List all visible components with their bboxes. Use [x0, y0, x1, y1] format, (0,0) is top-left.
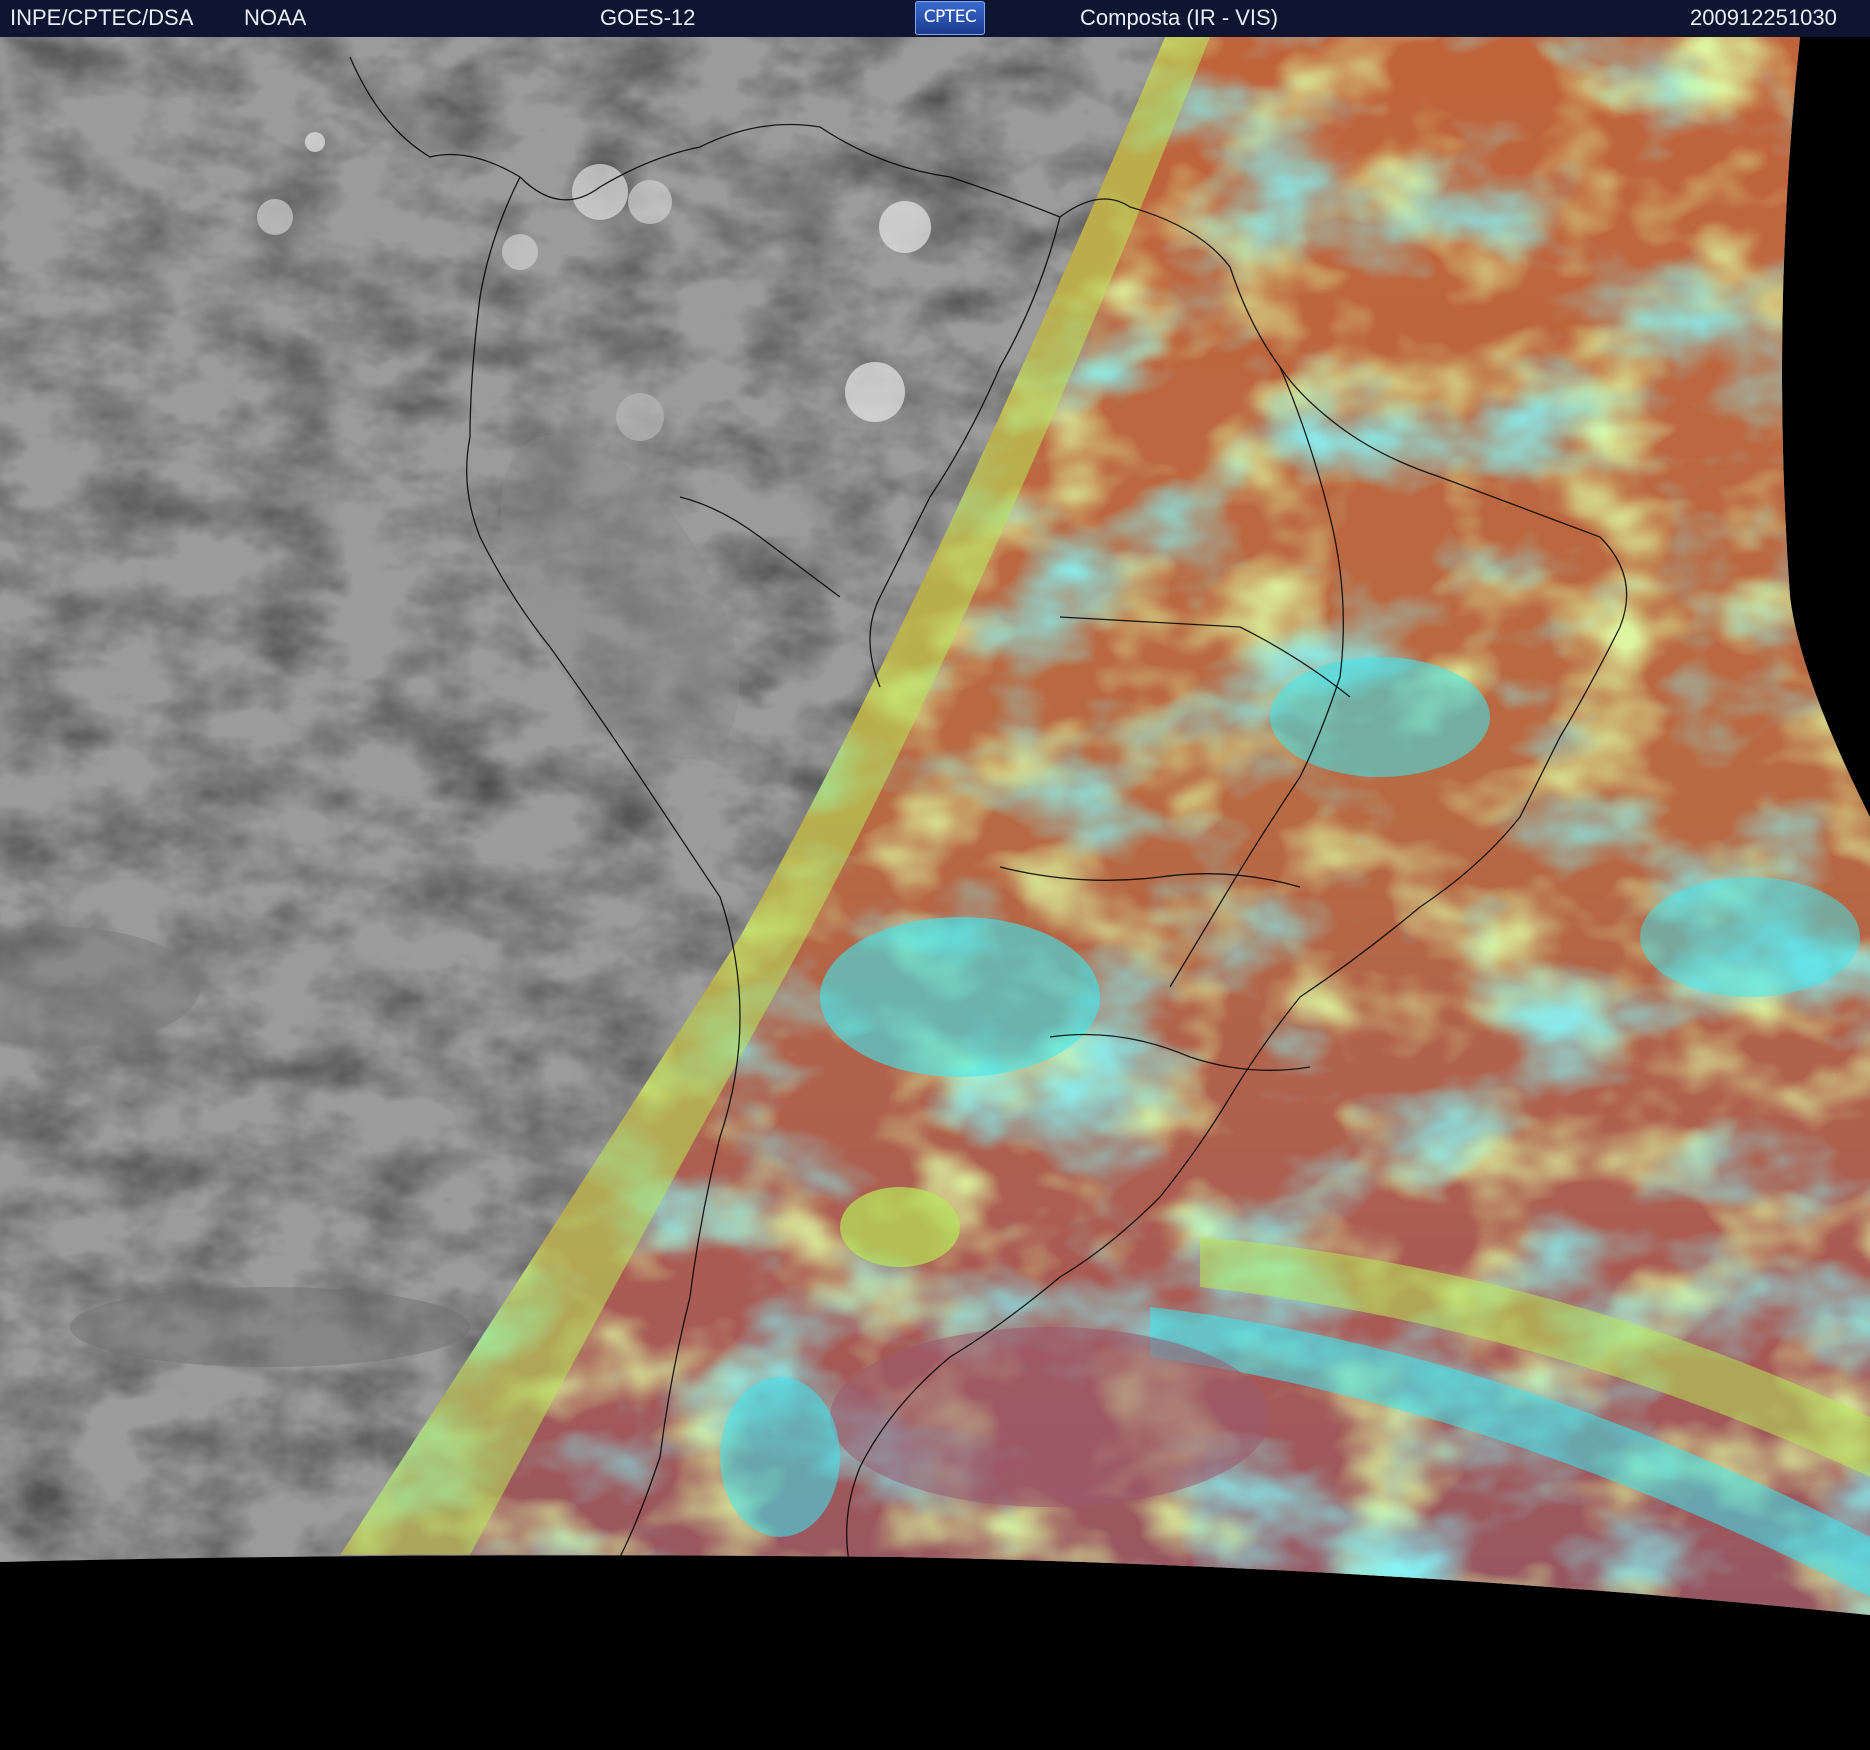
timestamp-label: 200912251030	[1690, 5, 1837, 30]
satellite-image	[0, 37, 1870, 1750]
agency-label: INPE/CPTEC/DSA	[10, 5, 194, 30]
cptec-logo-text: CPTEC	[923, 7, 977, 27]
header-bar: INPE/CPTEC/DSA NOAA GOES-12 CPTEC Compos…	[0, 0, 1870, 38]
satellite-label: GOES-12	[600, 5, 696, 30]
cptec-logo: CPTEC	[915, 1, 985, 35]
satellite-map-svg	[0, 37, 1870, 1750]
product-label: Composta (IR - VIS)	[1080, 5, 1279, 30]
partner-label: NOAA	[244, 5, 307, 30]
